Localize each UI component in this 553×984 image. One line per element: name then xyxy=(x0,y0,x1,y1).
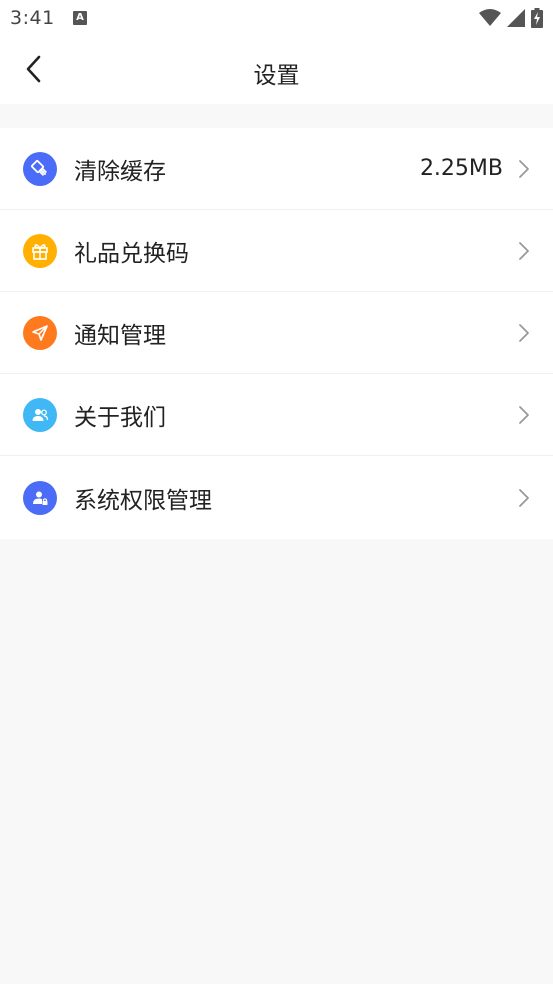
settings-item-about-us[interactable]: 关于我们 xyxy=(0,374,553,456)
chevron-right-icon xyxy=(517,322,531,344)
chevron-right-icon xyxy=(517,404,531,426)
paper-plane-icon xyxy=(23,315,57,350)
settings-item-label: 关于我们 xyxy=(74,404,166,431)
gift-icon xyxy=(23,233,57,268)
settings-item-clear-cache[interactable]: 清除缓存 2.25MB xyxy=(0,128,553,210)
signal-icon xyxy=(507,9,525,31)
settings-item-label: 清除缓存 xyxy=(74,158,166,185)
notification-a-icon: A xyxy=(73,11,87,25)
battery-charging-icon xyxy=(531,8,543,32)
broom-icon xyxy=(23,151,57,186)
users-icon xyxy=(23,397,57,432)
status-time: 3:41 xyxy=(10,7,55,29)
cache-size-value: 2.25MB xyxy=(419,156,503,181)
settings-item-label: 礼品兑换码 xyxy=(74,240,189,267)
settings-item-label: 系统权限管理 xyxy=(74,487,212,514)
settings-item-label: 通知管理 xyxy=(74,322,166,349)
status-bar: 3:41 A xyxy=(0,0,553,38)
settings-list: 清除缓存 2.25MB 礼品兑换码 通知管理 关于我们 系统权限管理 xyxy=(0,128,553,539)
user-lock-icon xyxy=(23,480,57,515)
page-title: 设置 xyxy=(253,63,300,89)
app-header: 设置 xyxy=(0,38,553,104)
wifi-icon xyxy=(479,9,501,31)
status-icons xyxy=(479,8,543,32)
settings-item-system-permissions[interactable]: 系统权限管理 xyxy=(0,456,553,539)
settings-item-gift-code[interactable]: 礼品兑换码 xyxy=(0,210,553,292)
settings-item-notifications[interactable]: 通知管理 xyxy=(0,292,553,374)
chevron-right-icon xyxy=(517,158,531,180)
chevron-right-icon xyxy=(517,487,531,509)
chevron-right-icon xyxy=(517,240,531,262)
